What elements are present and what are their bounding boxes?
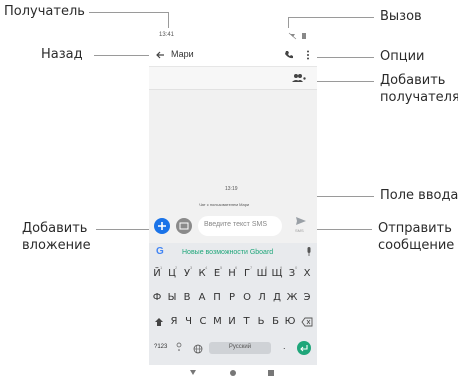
callout-options: Опции (380, 49, 425, 64)
callout-attach-2: вложение (22, 238, 91, 253)
google-g-icon[interactable]: G (156, 246, 164, 257)
symbols-key[interactable]: ?123 (154, 344, 167, 350)
suggestion-bar: G Новые возможности Gboard (149, 243, 317, 261)
nav-home-icon[interactable] (229, 369, 237, 377)
key-row-4: ?123 Русский . (149, 338, 317, 360)
app-bar: Мари (149, 44, 317, 67)
key-row2-5[interactable]: Р (225, 292, 239, 303)
battery-icon (302, 33, 306, 39)
mute-icon (288, 32, 297, 40)
key-hint-5: 6 (235, 265, 238, 270)
gallery-icon[interactable] (176, 218, 192, 234)
key-row-3-letters: ЯЧСМИТЬБЮ (165, 312, 297, 332)
nav-back-icon[interactable] (189, 369, 197, 377)
group-add-icon[interactable] (292, 73, 306, 83)
conversation-time: 13:19 (225, 186, 238, 192)
arrow-left-icon[interactable] (155, 50, 165, 60)
key-row2-4[interactable]: П (210, 292, 224, 303)
key-row3-0[interactable]: Я (167, 316, 181, 327)
plus-icon[interactable] (154, 218, 170, 234)
callout-line-call (288, 17, 374, 18)
emoji-icon[interactable] (175, 342, 183, 352)
key-hint-7: 8 (265, 265, 268, 270)
key-hint-2: 3 (190, 265, 193, 270)
callout-back: Назад (41, 47, 83, 62)
mic-icon[interactable] (306, 247, 312, 257)
key-row-1: Й1Ц2У3К4Е5Н6Г7Ш8Щ9З0Х (149, 264, 317, 284)
conversation-area: 13:19 Чат с пользователем Мари (149, 90, 317, 208)
key-hint-6: 7 (250, 265, 253, 270)
nav-recents-icon[interactable] (267, 369, 275, 377)
suggestion-text[interactable]: Новые возможности Gboard (182, 249, 273, 256)
key-row3-5[interactable]: Т (240, 316, 254, 327)
callout-input-field: Поле ввода (380, 188, 458, 203)
callout-call: Вызов (380, 9, 422, 24)
status-time: 13:41 (159, 32, 175, 38)
key-hint-0: 1 (160, 265, 163, 270)
key-row2-0[interactable]: Ф (150, 292, 164, 303)
message-input-placeholder: Введите текст SMS (204, 221, 267, 228)
key-row3-1[interactable]: Ч (182, 316, 196, 327)
key-hint-3: 4 (205, 265, 208, 270)
key-row3-8[interactable]: Ю (283, 316, 297, 327)
key-row3-3[interactable]: М (211, 316, 225, 327)
more-vert-icon[interactable] (306, 50, 310, 60)
callout-add-recipient-2: получателя (380, 90, 458, 105)
send-icon[interactable] (295, 216, 307, 226)
key-row2-6[interactable]: О (240, 292, 254, 303)
callout-line-options (312, 57, 374, 58)
key-row2-7[interactable]: Л (255, 292, 269, 303)
shift-icon[interactable] (154, 317, 164, 327)
callout-send-2: сообщение (378, 238, 455, 253)
status-bar: 13:41 (149, 28, 317, 44)
key-row3-6[interactable]: Ь (254, 316, 268, 327)
message-input[interactable]: Введите текст SMS (198, 216, 282, 236)
composer: Введите текст SMS SMS (149, 210, 317, 242)
space-bar[interactable]: Русский (209, 342, 271, 354)
key-row-2: ФЫВАПРОЛДЖЭ (149, 288, 317, 308)
key-row2-10[interactable]: Э (300, 292, 314, 303)
key-hint-9: 0 (295, 265, 298, 270)
key-row3-4[interactable]: И (225, 316, 239, 327)
key-hint-4: 5 (220, 265, 223, 270)
key-row2-3[interactable]: А (195, 292, 209, 303)
nav-bar (149, 365, 317, 380)
phone-screen: 13:41 Мари 13:19 Чат с пользователем Мар… (149, 28, 317, 380)
recipient-bar (149, 67, 317, 90)
callout-attach-1: Добавить (22, 221, 88, 236)
key-row3-2[interactable]: С (196, 316, 210, 327)
key-hint-1: 2 (175, 265, 178, 270)
backspace-icon[interactable] (301, 317, 313, 327)
callout-line-recipient (89, 12, 168, 13)
key-row3-7[interactable]: Б (269, 316, 283, 327)
key-row2-8[interactable]: Д (270, 292, 284, 303)
key-row-3: ЯЧСМИТЬБЮ (149, 312, 317, 332)
key-row1-10[interactable]: Х (300, 268, 314, 279)
language-label: Русский (228, 344, 252, 350)
callout-add-recipient-1: Добавить (380, 73, 446, 88)
chat-with-note: Чат с пользователем Мари (199, 202, 250, 207)
keyboard: G Новые возможности Gboard Й1Ц2У3К4Е5Н6Г… (149, 243, 317, 365)
callout-send-1: Отправить (378, 221, 452, 236)
callout-recipient: Получатель (4, 4, 85, 19)
enter-icon[interactable] (297, 341, 311, 355)
period-key[interactable]: . (283, 341, 286, 351)
callout-line-send (308, 229, 372, 230)
contact-name[interactable]: Мари (171, 49, 194, 59)
key-row2-1[interactable]: Ы (165, 292, 179, 303)
callout-line-back (94, 55, 154, 56)
key-hint-8: 9 (280, 265, 283, 270)
globe-icon[interactable] (193, 344, 203, 354)
key-row2-2[interactable]: В (180, 292, 194, 303)
callout-line-attach (96, 229, 154, 230)
phone-icon[interactable] (284, 50, 294, 60)
send-label: SMS (295, 228, 304, 233)
key-row2-9[interactable]: Ж (285, 292, 299, 303)
